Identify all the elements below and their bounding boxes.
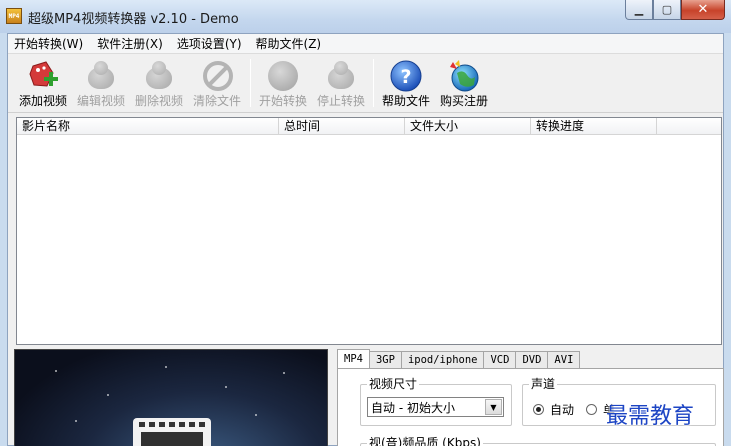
tab-mp4[interactable]: MP4 <box>337 349 370 368</box>
delete-video-label: 删除视频 <box>134 94 183 108</box>
tab-ipod-iphone[interactable]: ipod/iphone <box>400 351 485 368</box>
quality-label: 视(音)频品质 (Kbps) <box>367 436 483 446</box>
format-tabs: MP4 3GP ipod/iphone VCD DVD AVI <box>337 349 581 368</box>
stop-convert-label: 停止转换 <box>316 94 365 108</box>
menu-options[interactable]: 选项设置(Y) <box>170 34 249 53</box>
edit-video-icon <box>84 59 118 93</box>
start-convert-label: 开始转换 <box>258 94 307 108</box>
tab-avi[interactable]: AVI <box>547 351 581 368</box>
film-icon <box>133 418 211 446</box>
channel-options: 自动 单 <box>533 401 615 418</box>
menu-software-register[interactable]: 软件注册(X) <box>90 34 170 53</box>
add-video-icon <box>26 59 60 93</box>
toolbar: 添加视频 编辑视频 删除视频 清除文件 开始转换 停止转换 ? 帮助文件 购买注… <box>8 55 723 113</box>
channel-auto-label: 自动 <box>550 403 575 417</box>
column-total-time[interactable]: 总时间 <box>279 118 405 135</box>
column-movie-name[interactable]: 影片名称 <box>17 118 279 135</box>
menu-help[interactable]: 帮助文件(Z) <box>249 34 329 53</box>
video-size-select[interactable]: 自动 - 初始大小 ▼ <box>367 397 504 417</box>
clear-files-icon <box>200 59 234 93</box>
clear-files-button[interactable]: 清除文件 <box>188 57 246 109</box>
app-icon: MP4 <box>6 8 22 24</box>
help-icon: ? <box>389 59 423 93</box>
video-size-label: 视频尺寸 <box>367 377 420 391</box>
client-area: 开始转换(W) 软件注册(X) 选项设置(Y) 帮助文件(Z) 添加视频 编辑视… <box>7 33 724 446</box>
add-video-button[interactable]: 添加视频 <box>14 57 72 109</box>
clear-files-label: 清除文件 <box>192 94 241 108</box>
audio-channel-label: 声道 <box>529 377 558 391</box>
video-size-group: 视频尺寸 自动 - 初始大小 ▼ <box>360 377 512 426</box>
stop-convert-icon <box>324 59 358 93</box>
channel-auto-radio[interactable] <box>533 404 544 415</box>
start-convert-button[interactable]: 开始转换 <box>254 57 312 109</box>
svg-text:?: ? <box>400 66 411 88</box>
minimize-button[interactable]: ▁ <box>625 0 653 20</box>
tab-3gp[interactable]: 3GP <box>368 351 402 368</box>
column-file-size[interactable]: 文件大小 <box>405 118 531 135</box>
buy-register-label: 购买注册 <box>439 94 488 108</box>
delete-video-icon <box>142 59 176 93</box>
file-list-header: 影片名称 总时间 文件大小 转换进度 <box>17 118 721 135</box>
start-convert-icon <box>266 59 300 93</box>
window-controls: ▁ ▢ ✕ <box>625 0 725 20</box>
help-label: 帮助文件 <box>381 94 430 108</box>
menu-start-convert[interactable]: 开始转换(W) <box>8 34 90 53</box>
tab-dvd[interactable]: DVD <box>515 351 549 368</box>
channel-mono-radio[interactable] <box>586 404 598 415</box>
buy-register-button[interactable]: 购买注册 <box>435 57 493 109</box>
video-size-value: 自动 - 初始大小 <box>371 400 455 415</box>
window-title: 超级MP4视频转换器 v2.10 - Demo <box>28 12 239 27</box>
buy-register-icon <box>447 59 481 93</box>
help-button[interactable]: ? 帮助文件 <box>377 57 435 109</box>
file-list[interactable]: 影片名称 总时间 文件大小 转换进度 <box>16 117 722 345</box>
add-video-label: 添加视频 <box>18 94 67 108</box>
maximize-button[interactable]: ▢ <box>653 0 681 20</box>
column-progress[interactable]: 转换进度 <box>531 118 657 135</box>
chevron-down-icon[interactable]: ▼ <box>485 399 502 415</box>
close-button[interactable]: ✕ <box>681 0 725 20</box>
title-bar[interactable]: MP4 超级MP4视频转换器 v2.10 - Demo ▁ ▢ ✕ <box>0 0 731 33</box>
menu-bar: 开始转换(W) 软件注册(X) 选项设置(Y) 帮助文件(Z) <box>8 34 723 54</box>
stop-convert-button[interactable]: 停止转换 <box>312 57 370 109</box>
edit-video-button[interactable]: 编辑视频 <box>72 57 130 109</box>
watermark-text: 最需教育 <box>606 404 695 429</box>
toolbar-separator <box>250 59 251 107</box>
video-preview <box>14 349 328 446</box>
edit-video-label: 编辑视频 <box>76 94 125 108</box>
toolbar-separator <box>373 59 374 107</box>
delete-video-button[interactable]: 删除视频 <box>130 57 188 109</box>
tab-vcd[interactable]: VCD <box>483 351 517 368</box>
